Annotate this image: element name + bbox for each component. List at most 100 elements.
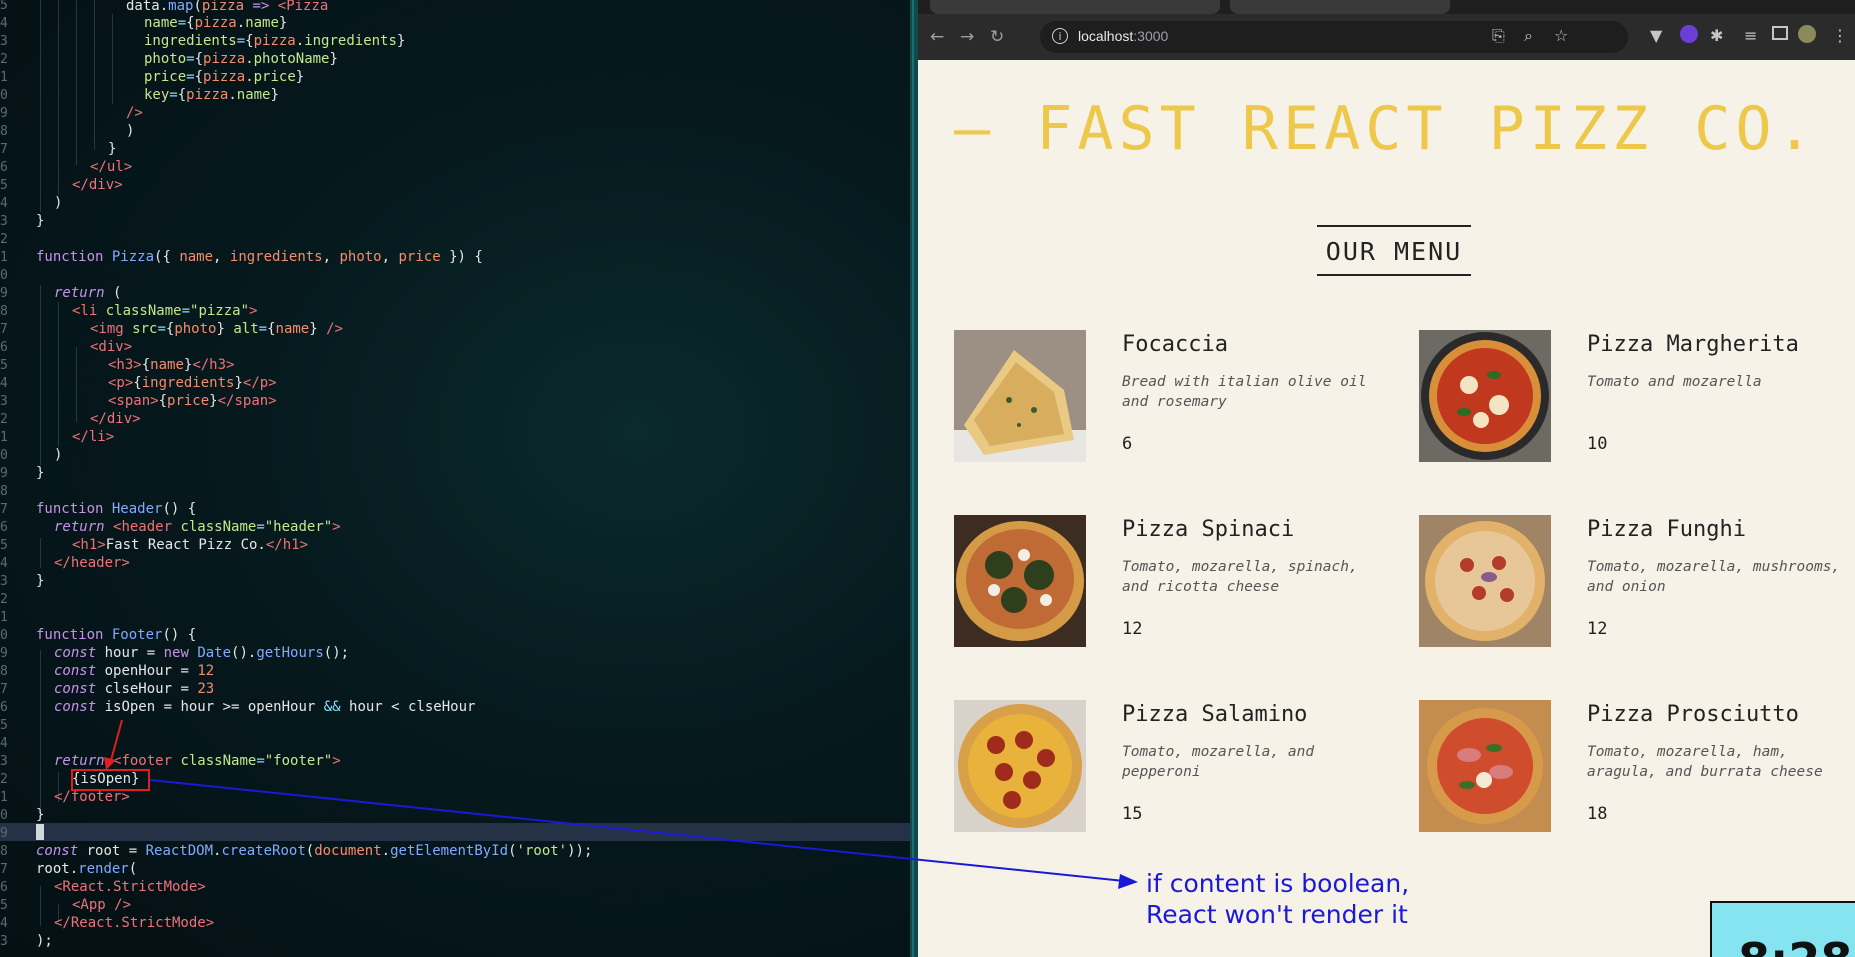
indent-guide: [58, 302, 59, 447]
line-number: 5: [0, 538, 8, 553]
back-icon[interactable]: ←: [930, 28, 944, 46]
browser-tab[interactable]: [1230, 0, 1450, 14]
line-number: 9: [0, 646, 8, 661]
pizza-photo: [954, 330, 1086, 462]
line-number: 2: [0, 592, 8, 607]
info-icon[interactable]: i: [1052, 28, 1068, 44]
line-number: 7: [0, 502, 8, 517]
line-number: 5: [0, 358, 8, 373]
line-number: 1: [0, 790, 8, 805]
prosciutto-photo: [1419, 700, 1551, 832]
url-text[interactable]: localhost:3000: [1078, 28, 1168, 44]
line-number: 1: [0, 70, 8, 85]
pizza-price: 18: [1587, 804, 1608, 824]
line-number: 4: [0, 556, 8, 571]
line-number: 1: [0, 430, 8, 445]
pizza-card: Focaccia Bread with italian olive oil an…: [954, 330, 1394, 464]
tab-strip: [918, 0, 1855, 14]
line-number: 0: [0, 88, 8, 103]
profile-icon[interactable]: [1798, 25, 1816, 43]
pizza-ingredients: Tomato, mozarella, ham, aragula, and bur…: [1587, 744, 1823, 780]
browser-tab[interactable]: [930, 0, 1220, 14]
margherita-photo: [1419, 330, 1551, 462]
pizza-price: 12: [1122, 619, 1143, 639]
line-number: 2: [0, 412, 8, 427]
spinaci-photo: [954, 515, 1086, 647]
line-number: 3: [0, 754, 8, 769]
extension-vee-icon[interactable]: ▼: [1650, 27, 1662, 45]
line-number: 5: [0, 178, 8, 193]
media-icon[interactable]: ≡: [1744, 27, 1757, 45]
pizza-ingredients: Bread with italian olive oil and rosemar…: [1122, 374, 1367, 410]
line-number: 3: [0, 934, 8, 949]
text-cursor: [36, 824, 44, 840]
pizza-price: 10: [1587, 434, 1608, 454]
line-number: 2: [0, 232, 8, 247]
url-port: :3000: [1133, 28, 1169, 44]
site-title: — FAST REACT PIZZ CO. —: [954, 94, 1855, 164]
line-number: 5: [0, 898, 8, 913]
zoom-icon[interactable]: ⌕: [1524, 27, 1533, 45]
pizza-name: Pizza Salamino: [1122, 702, 1308, 727]
pizza-card: Pizza Funghi Tomato, mozarella, mushroom…: [1419, 515, 1855, 649]
line-number: 0: [0, 448, 8, 463]
clock-time: 8:28: [1738, 933, 1852, 957]
pizza-name: Pizza Funghi: [1587, 517, 1746, 542]
line-number: 4: [0, 196, 8, 211]
code-editor[interactable]: 5432109876543210987654321098765432109876…: [0, 0, 910, 957]
line-number: 4: [0, 736, 8, 751]
indent-guide: [94, 0, 95, 150]
pizza-photo: [954, 700, 1086, 832]
line-number: 9: [0, 826, 8, 841]
isopen-expression: {isOpen}: [72, 771, 140, 787]
line-number: 8: [0, 124, 8, 139]
line-number: 3: [0, 34, 8, 49]
pizza-ingredients: Tomato, mozarella, spinach, and ricotta …: [1122, 559, 1358, 595]
line-number: 0: [0, 268, 8, 283]
line-number: 2: [0, 772, 8, 787]
pizza-card: Pizza Spinaci Tomato, mozarella, spinach…: [954, 515, 1394, 649]
line-number: 9: [0, 106, 8, 121]
pizza-ingredients: Tomato and mozarella: [1587, 374, 1762, 390]
sidepanel-icon[interactable]: [1772, 26, 1788, 40]
focaccia-photo: [954, 330, 1086, 462]
pizza-card: Pizza Salamino Tomato, mozarella, and pe…: [954, 700, 1394, 834]
line-number: 4: [0, 916, 8, 931]
line-number: 4: [0, 376, 8, 391]
line-number: 6: [0, 340, 8, 355]
indent-guide: [58, 0, 59, 195]
line-number: 6: [0, 700, 8, 715]
indent-guide: [76, 0, 77, 165]
address-bar[interactable]: i localhost:3000 ⎘ ⌕ ☆: [1040, 21, 1628, 53]
indent-guide: [112, 14, 113, 104]
salamino-photo: [954, 700, 1086, 832]
line-number: 0: [0, 628, 8, 643]
forward-icon[interactable]: →: [960, 28, 974, 46]
line-number: 1: [0, 250, 8, 265]
pizza-name: Focaccia: [1122, 332, 1228, 357]
install-icon[interactable]: ⎘: [1492, 27, 1505, 45]
star-icon[interactable]: ☆: [1554, 27, 1568, 45]
web-page: — FAST REACT PIZZ CO. — OUR MENU Focacci…: [918, 60, 1855, 957]
clock-widget: 8:28: [1710, 901, 1855, 957]
line-number: 8: [0, 304, 8, 319]
line-number: 3: [0, 574, 8, 589]
line-number: 5: [0, 718, 8, 733]
line-number: 2: [0, 52, 8, 67]
menu-heading: OUR MENU: [1317, 225, 1471, 276]
reload-icon[interactable]: ↻: [990, 28, 1004, 46]
current-line-highlight: [0, 823, 910, 841]
split-divider[interactable]: [910, 0, 918, 957]
pizza-name: Pizza Spinaci: [1122, 517, 1295, 542]
line-number: 3: [0, 214, 8, 229]
menu-icon[interactable]: ⋮: [1832, 27, 1848, 45]
extension-purple-icon[interactable]: [1680, 25, 1698, 43]
line-number: 4: [0, 16, 8, 31]
puzzle-icon[interactable]: ✱: [1710, 27, 1723, 45]
line-number: 5: [0, 0, 8, 13]
pizza-name: Pizza Prosciutto: [1587, 702, 1799, 727]
indent-guide: [40, 0, 41, 212]
pizza-ingredients: Tomato, mozarella, mushrooms, and onion: [1587, 559, 1841, 595]
browser-window: ← → ↻ i localhost:3000 ⎘ ⌕ ☆ ▼ ✱ ≡ ⋮ — F…: [918, 0, 1855, 957]
indent-guide: [40, 886, 41, 926]
